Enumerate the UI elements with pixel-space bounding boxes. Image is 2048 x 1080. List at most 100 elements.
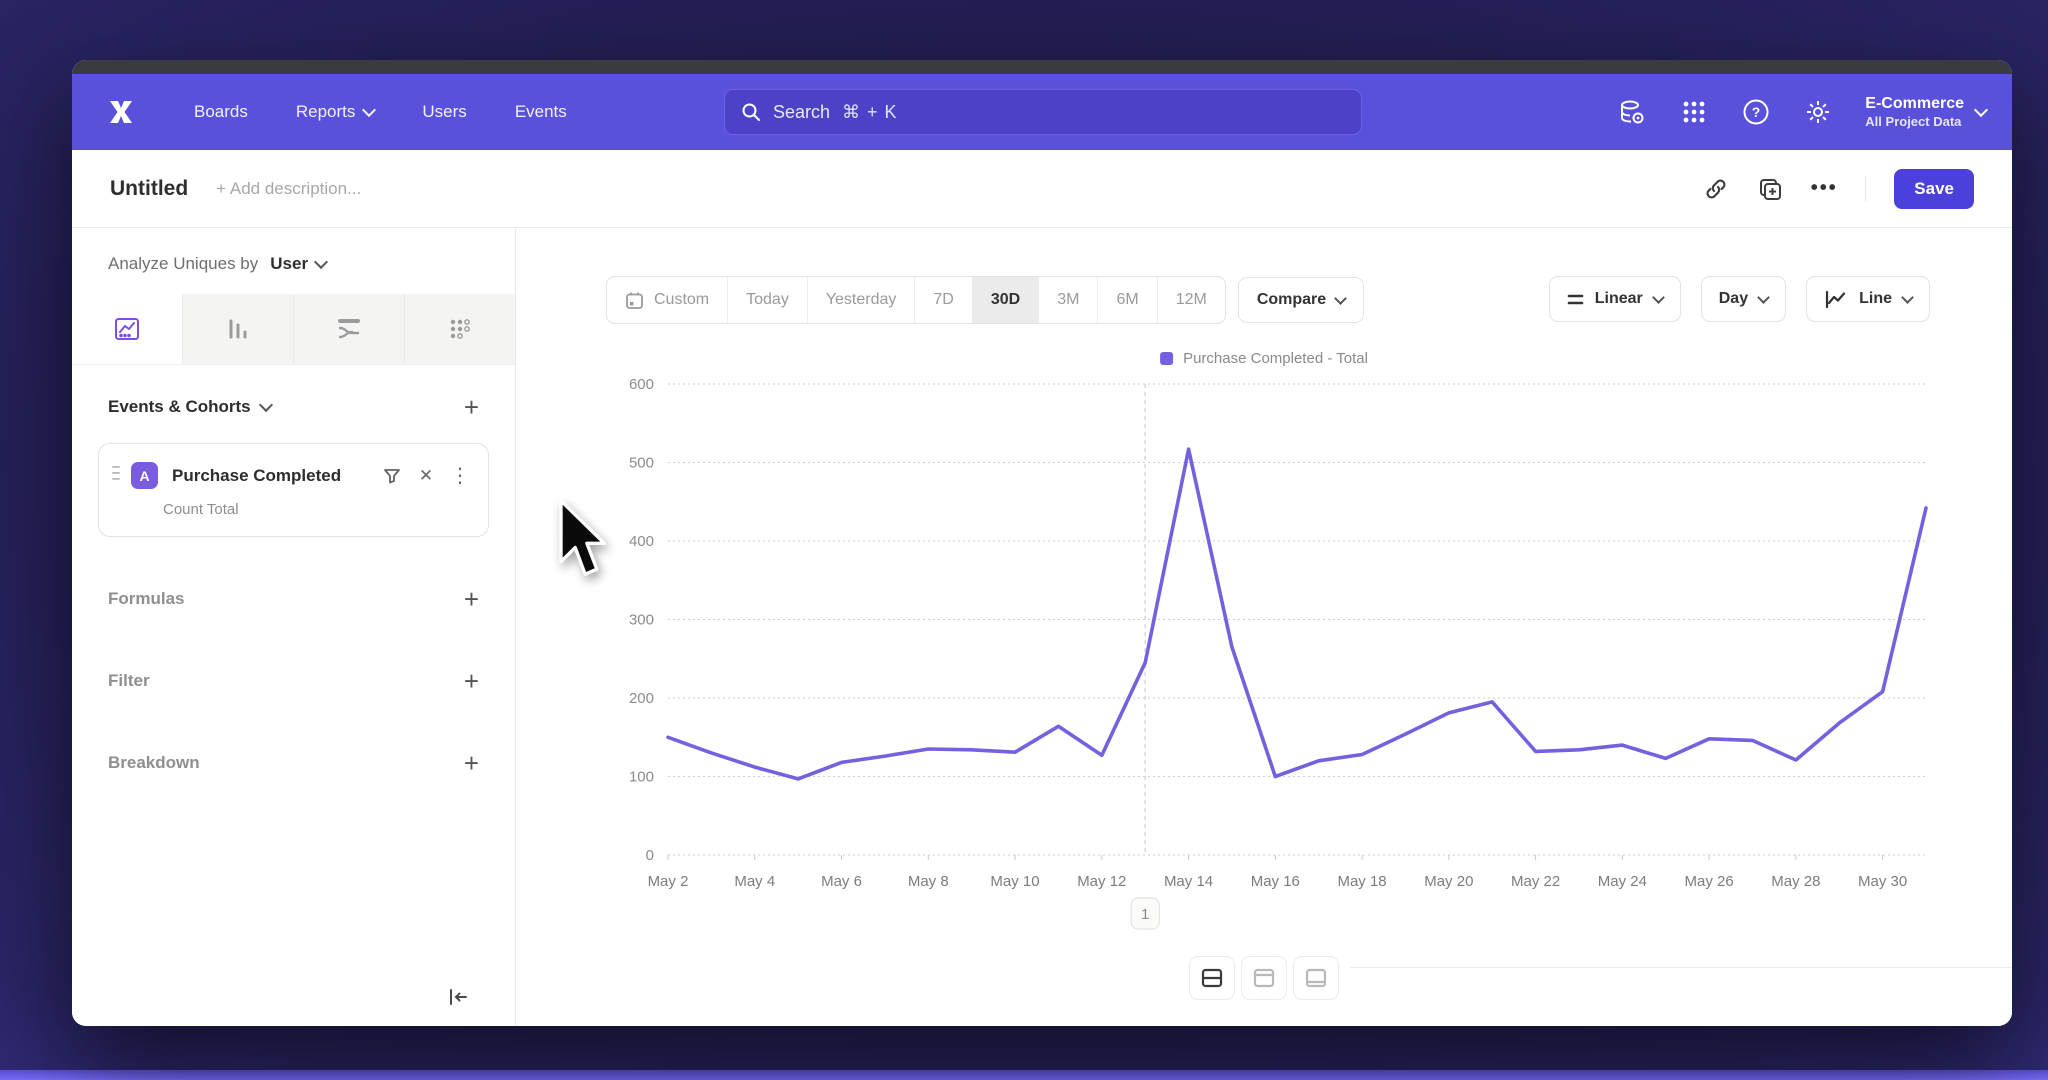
- range-label: 12M: [1176, 291, 1207, 309]
- range-label: Custom: [654, 291, 709, 309]
- annotation-marker[interactable]: 1: [1131, 898, 1159, 929]
- duplicate-icon[interactable]: [1757, 176, 1783, 202]
- retention-tab-icon: [445, 314, 475, 344]
- add-filter-button[interactable]: +: [464, 671, 479, 691]
- nav-item-reports[interactable]: Reports: [296, 102, 375, 122]
- svg-text:200: 200: [629, 690, 654, 707]
- svg-text:May 4: May 4: [734, 873, 775, 890]
- tab-retention[interactable]: [405, 294, 515, 364]
- report-title[interactable]: Untitled: [110, 177, 188, 201]
- chart-type-button[interactable]: Line: [1806, 276, 1930, 322]
- event-metric-selector[interactable]: Count Total: [163, 501, 472, 518]
- svg-text:300: 300: [629, 612, 654, 629]
- svg-text:May 28: May 28: [1771, 873, 1820, 890]
- svg-text:500: 500: [629, 455, 654, 472]
- save-button[interactable]: Save: [1894, 169, 1974, 209]
- filter-funnel-icon[interactable]: [380, 464, 404, 488]
- project-scope: All Project Data: [1865, 114, 1964, 130]
- drag-handle-icon[interactable]: [111, 465, 121, 486]
- add-formulas-button[interactable]: +: [464, 589, 479, 609]
- chart-display-controls: Linear Day Line: [1549, 276, 1930, 322]
- range-30d[interactable]: 30D: [973, 277, 1039, 323]
- section-label: Formulas: [108, 589, 185, 609]
- copy-link-icon[interactable]: [1703, 176, 1729, 202]
- data-management-icon[interactable]: [1617, 97, 1647, 127]
- date-range-controls: Custom TodayYesterday7D30D3M 6M 12M Compare: [606, 276, 1364, 324]
- kebab-menu-icon[interactable]: ⋮: [448, 464, 472, 488]
- svg-text:May 2: May 2: [648, 873, 689, 890]
- search-icon: [741, 102, 761, 122]
- tab-insights-line[interactable]: [72, 294, 183, 364]
- visualization-tabs: [72, 294, 515, 365]
- chart-panel: Custom TodayYesterday7D30D3M 6M 12M Compare…: [516, 228, 2012, 1026]
- nav-item-users[interactable]: Users: [422, 102, 466, 122]
- search-shortcut: ⌘ + K: [842, 102, 898, 123]
- svg-text:May 22: May 22: [1511, 873, 1560, 890]
- more-options-icon[interactable]: •••: [1811, 176, 1837, 202]
- tab-bar-chart[interactable]: [183, 294, 294, 364]
- layout-toggle-group: [1189, 956, 1339, 1000]
- insights-tab-icon: [112, 314, 142, 344]
- tab-flows[interactable]: [294, 294, 405, 364]
- sidebar-section-formulas: Formulas +: [72, 555, 515, 637]
- legend-label: Purchase Completed - Total: [1183, 350, 1368, 367]
- scale-label: Linear: [1595, 290, 1643, 308]
- chevron-down-icon: [362, 103, 376, 117]
- add-description-field[interactable]: + Add description...: [216, 179, 361, 199]
- search-placeholder: Search: [773, 102, 830, 123]
- nav-item-label: Reports: [296, 102, 356, 122]
- gear-icon[interactable]: [1803, 97, 1833, 127]
- range-3m[interactable]: 3M: [1039, 277, 1098, 323]
- search-input[interactable]: Search ⌘ + K: [724, 89, 1362, 135]
- range-today[interactable]: Today: [728, 277, 808, 323]
- range-yesterday[interactable]: Yesterday: [808, 277, 916, 323]
- section-label: Filter: [108, 671, 150, 691]
- remove-event-icon[interactable]: ✕: [414, 464, 438, 488]
- layout-bottom-button[interactable]: [1293, 956, 1339, 1000]
- mixpanel-logo[interactable]: [102, 93, 140, 131]
- sidebar-section-filter: Filter +: [72, 637, 515, 719]
- layout-bottom-icon: [1304, 966, 1328, 990]
- range-12m[interactable]: 12M: [1158, 277, 1225, 323]
- range-7d[interactable]: 7D: [915, 277, 972, 323]
- chevron-down-icon: [1652, 291, 1665, 304]
- line-chart: 0100200300400500600May 2May 4May 6May 8M…: [602, 372, 1938, 976]
- nav-item-label: Boards: [194, 102, 248, 122]
- range-6m[interactable]: 6M: [1098, 277, 1157, 323]
- range-label: 6M: [1116, 291, 1138, 309]
- add-breakdown-button[interactable]: +: [464, 753, 479, 773]
- svg-text:1: 1: [1141, 906, 1149, 923]
- range-custom[interactable]: Custom: [607, 277, 728, 323]
- svg-text:May 24: May 24: [1598, 873, 1647, 890]
- svg-text:May 26: May 26: [1685, 873, 1734, 890]
- events-cohorts-toggle[interactable]: Events & Cohorts: [108, 397, 271, 417]
- collapse-sidebar-icon[interactable]: [447, 987, 469, 1012]
- compare-button[interactable]: Compare: [1238, 277, 1364, 323]
- project-selector[interactable]: E-Commerce All Project Data: [1865, 94, 1986, 130]
- add-event-button[interactable]: +: [464, 397, 479, 417]
- event-card[interactable]: A Purchase Completed ✕ ⋮ Count Total: [98, 443, 489, 537]
- analyze-uniques-control[interactable]: Analyze Uniques by User: [72, 228, 515, 294]
- svg-text:May 14: May 14: [1164, 873, 1213, 890]
- chart-legend: Purchase Completed - Total: [1160, 350, 1368, 367]
- layout-top-button[interactable]: [1241, 956, 1287, 1000]
- svg-text:May 6: May 6: [821, 873, 862, 890]
- layout-top-icon: [1252, 966, 1276, 990]
- chevron-down-icon: [1757, 291, 1770, 304]
- interval-button[interactable]: Day: [1701, 276, 1786, 322]
- events-cohorts-header: Events & Cohorts +: [72, 365, 515, 437]
- chevron-down-icon: [314, 255, 328, 269]
- nav-item-boards[interactable]: Boards: [194, 102, 248, 122]
- chart-type-label: Line: [1859, 290, 1892, 308]
- apps-grid-icon[interactable]: [1679, 97, 1709, 127]
- chevron-down-icon: [1974, 103, 1988, 117]
- nav-item-label: Events: [515, 102, 567, 122]
- help-icon[interactable]: ?: [1741, 97, 1771, 127]
- toolbar-divider: [1865, 176, 1866, 202]
- sidebar-sections: Formulas+Filter+Breakdown+: [72, 555, 515, 801]
- nav-item-events[interactable]: Events: [515, 102, 567, 122]
- event-name[interactable]: Purchase Completed: [172, 466, 370, 486]
- sidebar-footer: [72, 972, 515, 1026]
- scale-button[interactable]: Linear: [1549, 276, 1681, 322]
- layout-split-button[interactable]: [1189, 956, 1235, 1000]
